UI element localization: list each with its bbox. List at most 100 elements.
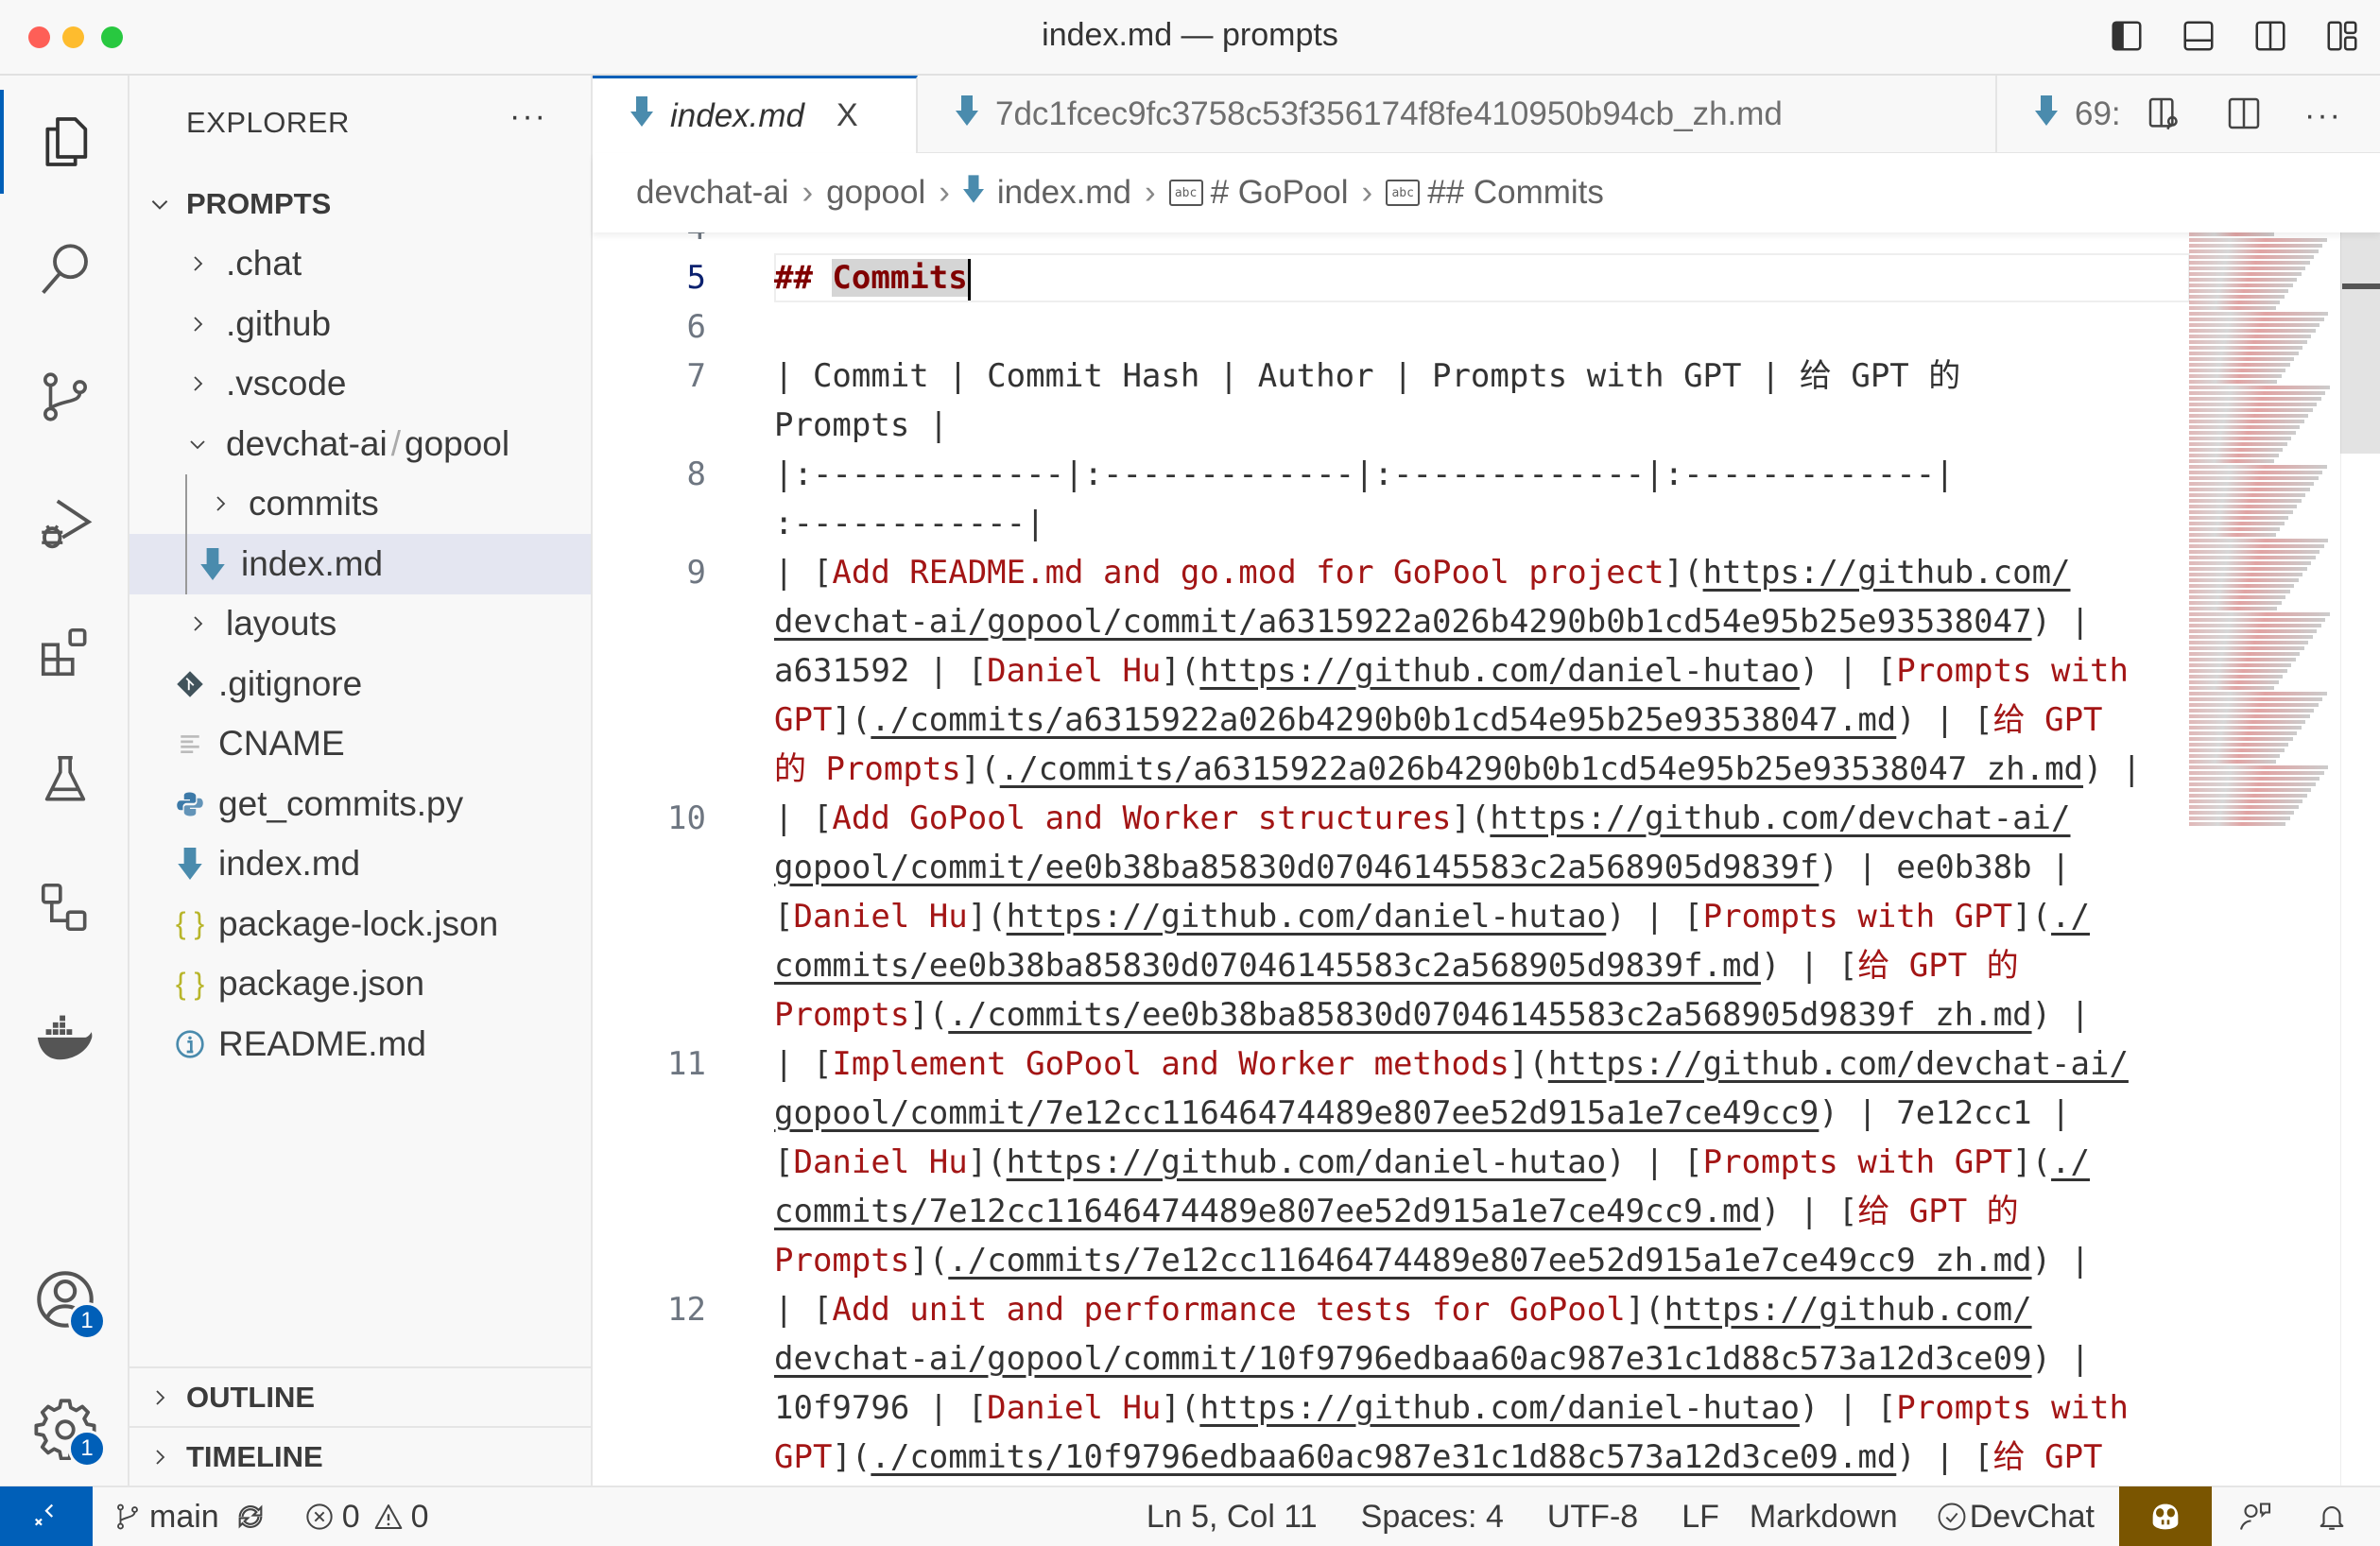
link-url[interactable]: gopool/commit/7e12cc11646474489e807ee52d… bbox=[774, 1094, 1819, 1132]
copilot-button[interactable] bbox=[2119, 1486, 2212, 1546]
link-url[interactable]: https://github.com/daniel-hutao bbox=[1007, 898, 1607, 936]
tree-item-commits[interactable]: commits bbox=[129, 473, 591, 534]
breadcrumb-item[interactable]: # GoPool bbox=[1211, 174, 1349, 212]
feedback-button[interactable] bbox=[2238, 1500, 2272, 1534]
code-line[interactable]: [Daniel Hu](https://github.com/daniel-hu… bbox=[593, 892, 2190, 941]
activity-testing[interactable] bbox=[0, 728, 129, 832]
code-line[interactable]: commits/ee0b38ba85830d07046145583c2a5689… bbox=[593, 941, 2190, 990]
code-line[interactable]: Prompts | bbox=[593, 401, 2190, 450]
code-editor[interactable]: 4 5 ## Commits 6 7 | Commit | Commit Hash | A… bbox=[593, 232, 2380, 1486]
code-line[interactable]: [Daniel Hu](https://github.com/daniel-hu… bbox=[593, 1138, 2190, 1187]
code-line[interactable]: 4 bbox=[593, 232, 2190, 253]
link-url[interactable]: gopool/commit/ee0b38ba85830d07046145583c… bbox=[774, 849, 1819, 886]
tree-item-chat[interactable]: .chat bbox=[129, 234, 591, 295]
cursor-position[interactable]: Ln 5, Col 11 bbox=[1147, 1499, 1318, 1536]
notifications-button[interactable] bbox=[2316, 1501, 2348, 1533]
breadcrumb-item[interactable]: index.md bbox=[997, 174, 1131, 212]
split-editor-icon[interactable] bbox=[2225, 94, 2263, 137]
encoding[interactable]: UTF-8 bbox=[1547, 1499, 1638, 1536]
activity-manage[interactable]: 1 bbox=[0, 1375, 129, 1479]
tree-item-readme-md[interactable]: README.md bbox=[129, 1014, 591, 1074]
link-url[interactable]: devchat-ai/gopool/commit/10f9796edbaa60a… bbox=[774, 1340, 2032, 1378]
devchat-status[interactable]: DevChat bbox=[1936, 1499, 2095, 1536]
code-line[interactable]: GPT](./commits/10f9796edbaa60ac987e31c1d… bbox=[593, 1433, 2190, 1482]
tree-item-gitignore[interactable]: .gitignore bbox=[129, 654, 591, 714]
code-line[interactable]: commits/7e12cc11646474489e807ee52d915a1e… bbox=[593, 1187, 2190, 1236]
link-url[interactable]: ./commits/10f9796edbaa60ac987e31c1d88c57… bbox=[871, 1438, 1896, 1476]
link-url[interactable]: https://github.com/devchat-ai/ bbox=[1548, 1045, 2129, 1083]
activity-source-control[interactable] bbox=[0, 345, 129, 449]
link-url[interactable]: https://github.com/daniel-hutao bbox=[1007, 1143, 1607, 1181]
more-actions-button[interactable]: ··· bbox=[509, 98, 547, 135]
code-line[interactable]: devchat-ai/gopool/commit/a6315922a026b42… bbox=[593, 597, 2190, 646]
code-lines[interactable]: 4 5 ## Commits 6 7 | Commit | Commit Hash | A… bbox=[593, 232, 2190, 1482]
code-line[interactable]: 的 Prompts](./commits/a6315922a026b4290b0… bbox=[593, 745, 2190, 794]
link-url[interactable]: ./commits/a6315922a026b4290b0b1cd54e95b2… bbox=[1000, 750, 2083, 788]
code-line[interactable]: 10f9796 | [Daniel Hu](https://github.com… bbox=[593, 1383, 2190, 1433]
tree-item-layouts[interactable]: layouts bbox=[129, 594, 591, 655]
code-line[interactable]: 8 |:-------------|:-------------|:-------… bbox=[593, 450, 2190, 499]
code-line[interactable]: 10 | [Add GoPool and Worker structures](h… bbox=[593, 794, 2190, 843]
code-line[interactable]: devchat-ai/gopool/commit/10f9796edbaa60a… bbox=[593, 1334, 2190, 1383]
breadcrumb-item[interactable]: devchat-ai bbox=[636, 174, 788, 212]
link-url[interactable]: commits/7e12cc11646474489e807ee52d915a1e… bbox=[774, 1193, 1761, 1230]
open-preview-icon[interactable] bbox=[2146, 94, 2183, 137]
toggle-secondary-sidebar-icon[interactable] bbox=[2251, 17, 2289, 55]
tree-item-index-md[interactable]: index.md bbox=[129, 834, 591, 895]
link-url[interactable]: https://github.com/devchat-ai/ bbox=[1490, 799, 2070, 837]
activity-extensions[interactable] bbox=[0, 600, 129, 704]
activity-run-debug[interactable] bbox=[0, 472, 129, 576]
tab-7dc1fcec-zh-md[interactable]: 7dc1fcec9fc3758c53f356174f8fe410950b94cb… bbox=[918, 76, 1997, 153]
link-url[interactable]: ./commits/7e12cc11646474489e807ee52d915a… bbox=[948, 1242, 2031, 1280]
close-tab-icon[interactable]: X bbox=[836, 97, 858, 134]
tree-item-devchat-ai-gopool[interactable]: devchat-ai / gopool bbox=[129, 414, 591, 474]
sync-icon[interactable] bbox=[234, 1501, 267, 1533]
remote-indicator[interactable] bbox=[0, 1486, 93, 1546]
link-url[interactable]: ./commits/ee0b38ba85830d07046145583c2a56… bbox=[948, 996, 2031, 1034]
link-url[interactable]: https://github.com/ bbox=[1703, 554, 2071, 592]
minimap[interactable] bbox=[2189, 232, 2331, 847]
language-mode[interactable]: Markdown bbox=[1750, 1499, 1898, 1536]
code-line[interactable]: 9 | [Add README.md and go.mod for GoPool … bbox=[593, 548, 2190, 597]
breadcrumb-item[interactable]: gopool bbox=[826, 174, 925, 212]
code-line[interactable]: GPT](./commits/a6315922a026b4290b0b1cd54… bbox=[593, 696, 2190, 745]
toggle-primary-sidebar-icon[interactable] bbox=[2108, 17, 2146, 55]
tab-index-md[interactable]: index.md X bbox=[593, 76, 918, 153]
code-line[interactable]: 12 | [Add unit and performance tests for … bbox=[593, 1285, 2190, 1334]
link-url[interactable]: devchat-ai/gopool/commit/a6315922a026b42… bbox=[774, 603, 2032, 641]
code-line[interactable]: gopool/commit/ee0b38ba85830d07046145583c… bbox=[593, 843, 2190, 892]
activity-explorer[interactable] bbox=[0, 90, 129, 194]
code-line[interactable]: Prompts](./commits/7e12cc11646474489e807… bbox=[593, 1236, 2190, 1285]
activity-search[interactable] bbox=[0, 217, 129, 321]
scrollbar-thumb[interactable] bbox=[2340, 232, 2380, 454]
tree-item-package-lock-json[interactable]: { } package-lock.json bbox=[129, 894, 591, 954]
toggle-panel-icon[interactable] bbox=[2180, 17, 2217, 55]
activity-remote-explorer[interactable] bbox=[0, 855, 129, 959]
tree-item-github[interactable]: .github bbox=[129, 294, 591, 354]
problems-indicator[interactable]: 0 0 bbox=[304, 1499, 429, 1536]
link-url[interactable]: https://github.com/daniel-hutao bbox=[1199, 1389, 1800, 1427]
workspace-root[interactable]: PROMPTS bbox=[129, 174, 591, 234]
outline-section[interactable]: OUTLINE bbox=[129, 1366, 591, 1426]
indentation[interactable]: Spaces: 4 bbox=[1361, 1499, 1504, 1536]
code-line[interactable]: Prompts](./commits/ee0b38ba85830d0704614… bbox=[593, 990, 2190, 1039]
link-url[interactable]: ./ bbox=[2051, 898, 2090, 936]
breadcrumb-item[interactable]: ## Commits bbox=[1427, 174, 1604, 212]
code-line[interactable]: 5 ## Commits bbox=[593, 253, 2190, 302]
link-url[interactable]: https://github.com/daniel-hutao bbox=[1199, 652, 1800, 690]
code-line[interactable]: 6 bbox=[593, 302, 2190, 352]
more-editor-actions-icon[interactable]: ··· bbox=[2304, 97, 2342, 134]
link-url[interactable]: commits/ee0b38ba85830d07046145583c2a5689… bbox=[774, 947, 1761, 985]
tab-69[interactable]: 69: bbox=[1997, 76, 2130, 153]
code-line[interactable]: gopool/commit/7e12cc11646474489e807ee52d… bbox=[593, 1089, 2190, 1138]
link-url[interactable]: ./commits/a6315922a026b4290b0b1cd54e95b2… bbox=[871, 701, 1896, 739]
tree-item-package-json[interactable]: { } package.json bbox=[129, 954, 591, 1015]
code-line[interactable]: 11 | [Implement GoPool and Worker methods… bbox=[593, 1039, 2190, 1089]
tree-item-get-commits-py[interactable]: get_commits.py bbox=[129, 774, 591, 834]
timeline-section[interactable]: TIMELINE bbox=[129, 1426, 591, 1486]
link-url[interactable]: https://github.com/ bbox=[1664, 1291, 2032, 1329]
customize-layout-icon[interactable] bbox=[2323, 17, 2361, 55]
activity-accounts[interactable]: 1 bbox=[0, 1247, 129, 1351]
code-line[interactable]: 7 | Commit | Commit Hash | Author | Promp… bbox=[593, 352, 2190, 401]
activity-docker[interactable] bbox=[0, 983, 129, 1087]
